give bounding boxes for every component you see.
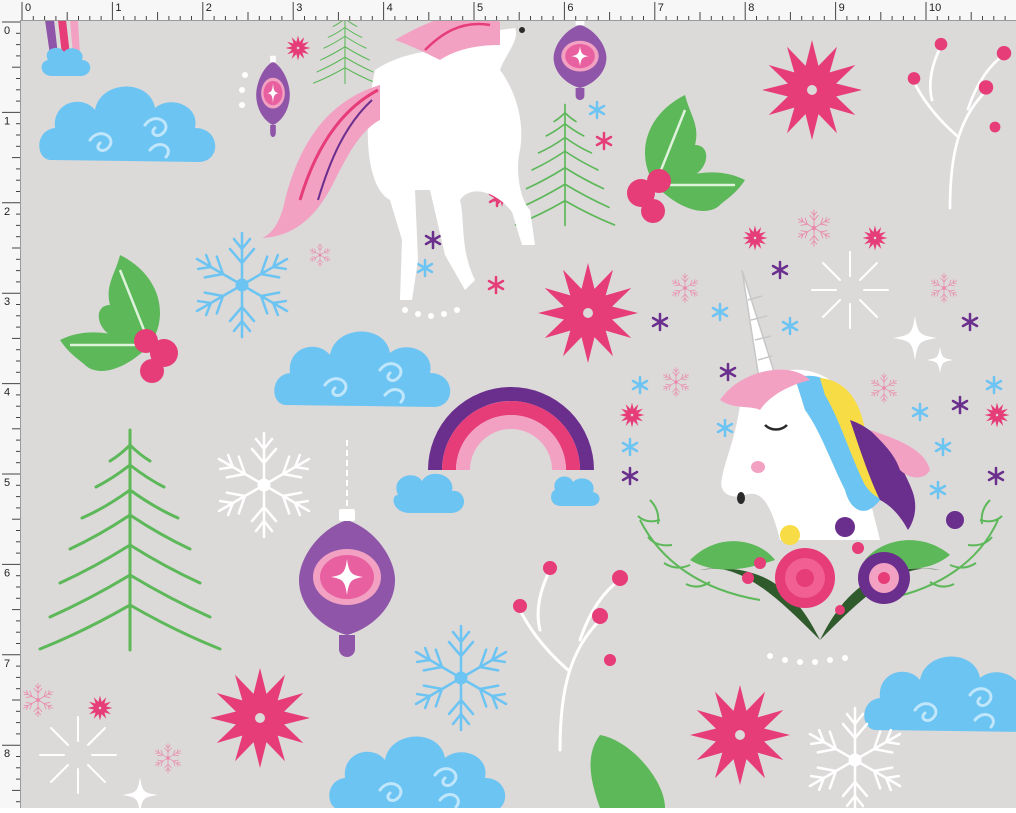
burst-flower xyxy=(538,263,638,363)
ruler-top-label: 6 xyxy=(567,2,573,14)
berry-branch xyxy=(906,36,1013,210)
ornament xyxy=(299,440,395,657)
cloud xyxy=(37,84,217,164)
pine-tree xyxy=(38,428,222,652)
ruler-top-label: 4 xyxy=(387,2,393,14)
ruler-left-ticks: 0 1 2 3 4 5 6 7 8 xyxy=(2,21,20,803)
rainbow-fragment xyxy=(41,21,91,76)
ruler-left-label: 8 xyxy=(4,748,10,760)
ruler-left-label: 6 xyxy=(4,567,10,579)
ruler-left-label: 1 xyxy=(4,115,10,127)
pine-sprig xyxy=(514,103,616,227)
snowflake xyxy=(184,225,519,738)
pattern-art xyxy=(21,21,1016,808)
cloud xyxy=(862,654,1016,734)
pattern-canvas xyxy=(21,21,1016,808)
ruler-left-label: 0 xyxy=(4,25,10,37)
sparkle xyxy=(893,316,937,360)
ruler-left-label: 5 xyxy=(4,477,10,489)
burst-flower-small xyxy=(862,225,888,251)
ruler-left-label: 3 xyxy=(4,296,10,308)
berry-branch xyxy=(511,559,630,752)
burst-flower-small xyxy=(619,402,645,428)
holly xyxy=(625,93,747,225)
ruler-top-ticks: 0 1 2 3 4 5 6 7 8 9 10 xyxy=(21,2,1006,20)
holly-leaf-bottom xyxy=(590,735,665,808)
cloud xyxy=(327,734,507,808)
cloud xyxy=(272,329,452,409)
rainbow xyxy=(393,387,600,513)
sparkle xyxy=(926,346,954,374)
ruler-top-label: 8 xyxy=(748,2,754,14)
ornament-small xyxy=(256,55,290,138)
burst-flower-small xyxy=(285,35,311,61)
burst-flower xyxy=(690,685,790,785)
ruler-top-label: 9 xyxy=(839,2,845,14)
unicorn-head xyxy=(637,269,1003,640)
burst-flower xyxy=(210,668,310,768)
ruler-left-label: 2 xyxy=(4,206,10,218)
pine-sprig xyxy=(312,21,378,85)
ruler-top-label: 10 xyxy=(929,2,941,14)
ruler-left-label: 4 xyxy=(4,387,10,399)
burst-flower-small xyxy=(742,225,768,251)
holly xyxy=(58,253,180,385)
ruler-top-label: 5 xyxy=(477,2,483,14)
ornament-small xyxy=(553,21,607,101)
ruler-top-label: 3 xyxy=(296,2,302,14)
ruler-left: 0 1 2 3 4 5 6 7 8 xyxy=(0,20,21,808)
ruler-left-label: 7 xyxy=(4,658,10,670)
burst-flower xyxy=(762,40,862,140)
ruler-top-label: 1 xyxy=(115,2,121,14)
sparkle xyxy=(122,777,158,808)
ruler-top: 0 1 2 3 4 5 6 7 8 9 10 xyxy=(0,0,1016,21)
ruler-top-label: 7 xyxy=(658,2,664,14)
star-small xyxy=(424,230,1005,486)
burst-flower-small xyxy=(87,695,113,721)
ruler-top-label: 2 xyxy=(206,2,212,14)
burst-flower-small xyxy=(984,402,1010,428)
ruler-top-label: 0 xyxy=(25,2,31,14)
unicorn-full xyxy=(262,21,535,300)
